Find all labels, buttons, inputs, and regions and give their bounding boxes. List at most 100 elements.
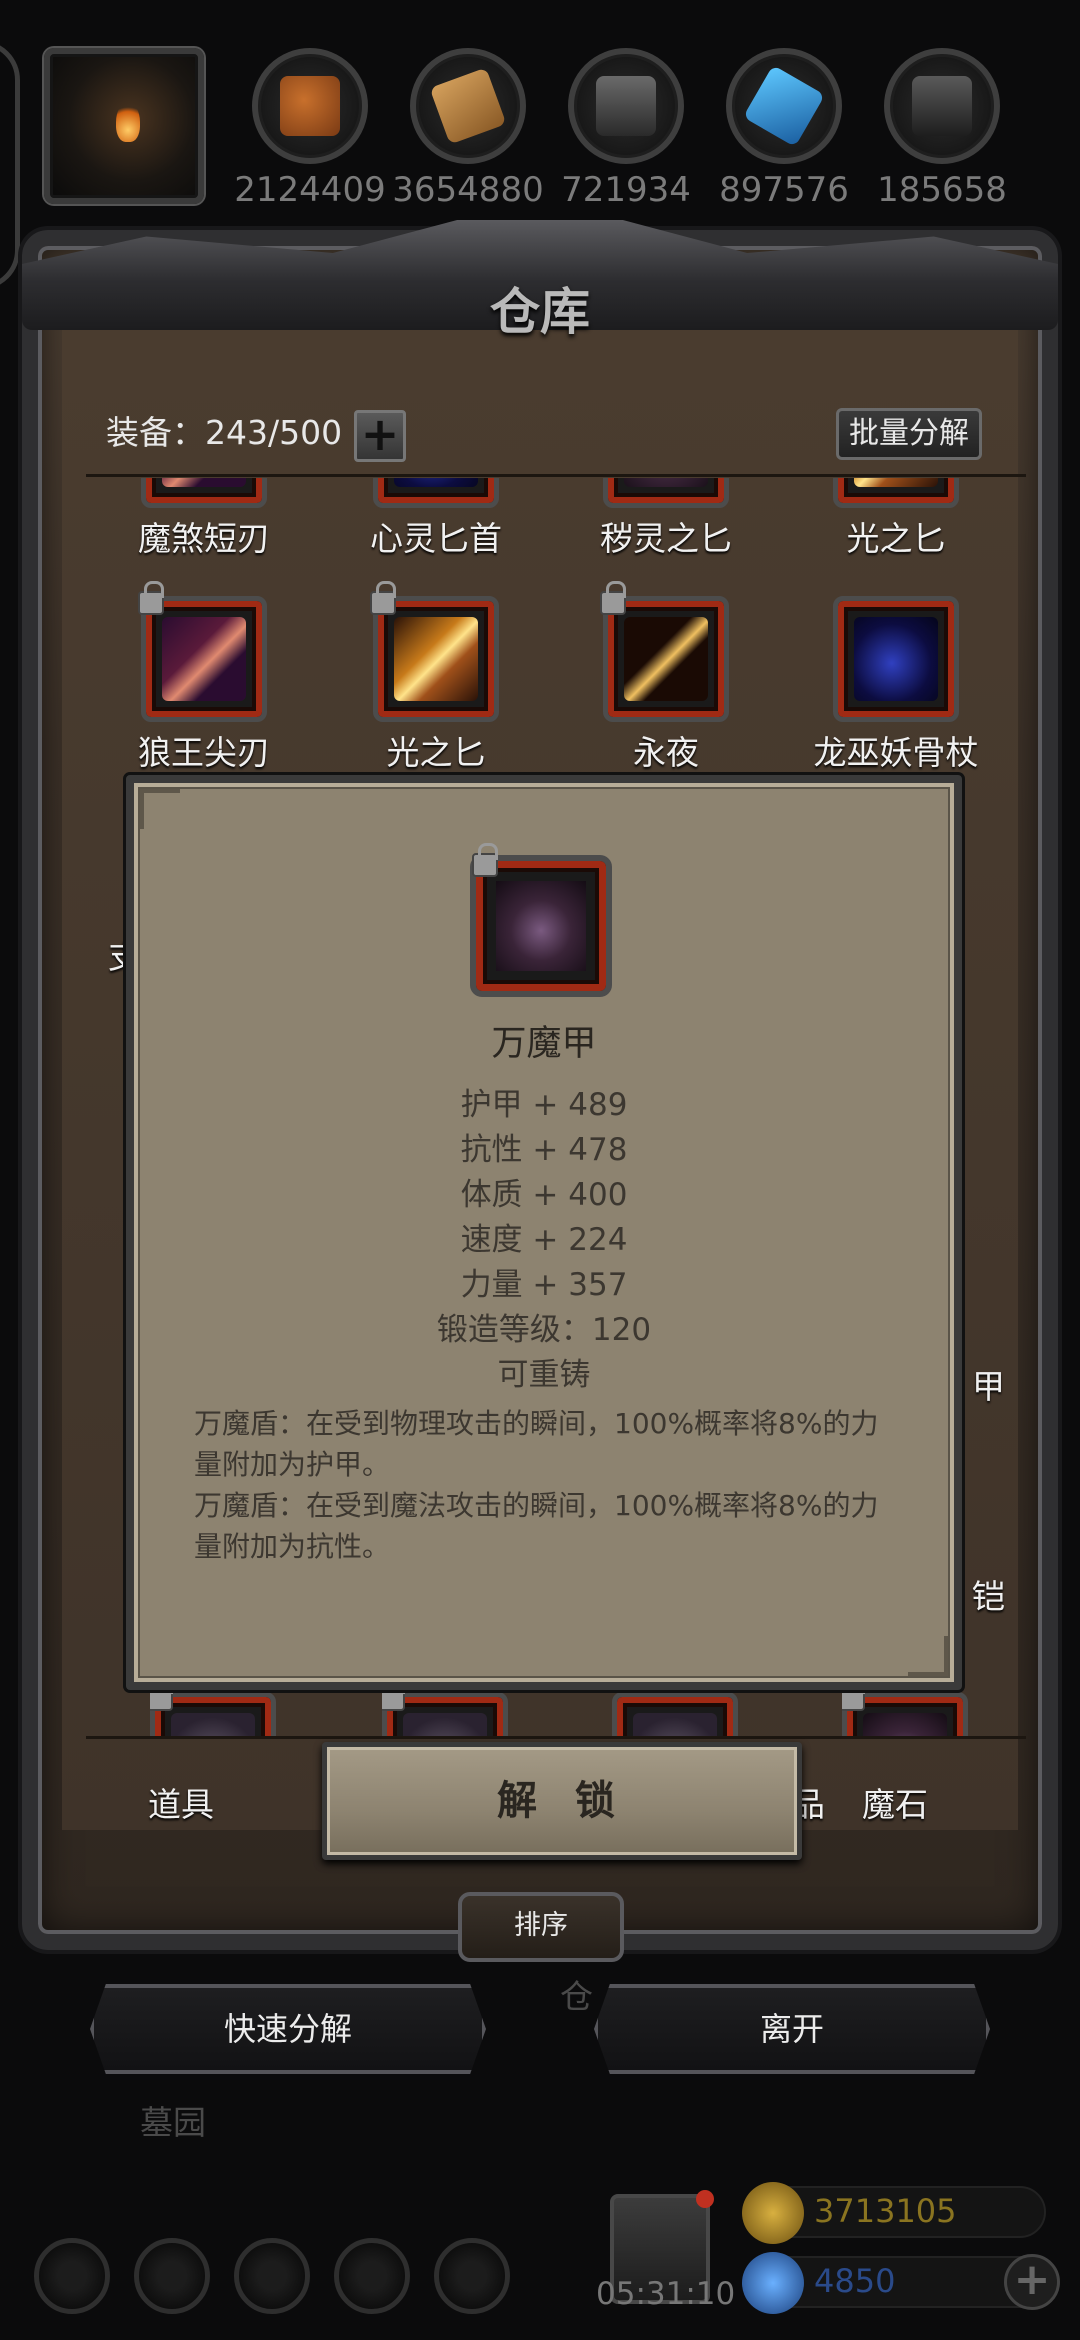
lock-icon (150, 1692, 173, 1711)
mail-icon[interactable] (334, 2238, 410, 2314)
gift-timer: 05:31:10 (596, 2276, 736, 2312)
dagger-icon (854, 478, 938, 487)
tab-magic-stone[interactable]: 魔石 (862, 1778, 928, 1826)
item-slot[interactable]: 永夜 (556, 581, 776, 774)
gem-currency: 4850 (742, 2252, 1046, 2314)
meat-icon (280, 76, 340, 136)
item-name-partial: 甲 (972, 1367, 1005, 1406)
resource-iron[interactable]: 721934 (548, 48, 704, 210)
quick-decompose-button[interactable]: 快速分解 (90, 1984, 486, 2074)
item-name: 魔煞短刃 (138, 519, 270, 558)
resource-wood[interactable]: 3654880 (390, 48, 546, 210)
background-building-label: 仓 (560, 1977, 593, 2016)
stat-strength: 力量 + 357 (460, 1267, 628, 1303)
resource-stone[interactable]: 185658 (864, 48, 1020, 210)
item-slot[interactable]: 心灵匕首 (326, 478, 546, 560)
resource-bar: 2124409 3654880 721934 897576 185658 (0, 0, 1080, 290)
equipment-count: 装备：243/500 (106, 413, 343, 452)
sort-button[interactable]: 排序 (458, 1892, 624, 1962)
dagger-icon (394, 617, 478, 701)
dagger-icon (394, 478, 478, 487)
armor-icon (496, 881, 586, 971)
resource-wood-value: 3654880 (392, 170, 544, 210)
item-name: 龙巫妖骨杖 (813, 733, 979, 772)
item-slot[interactable]: 狼王尖刃 (94, 581, 314, 774)
rapier-icon (624, 617, 708, 701)
item-name: 光之匕 (386, 733, 486, 772)
armor-icon (863, 1713, 947, 1736)
resource-crystal[interactable]: 897576 (706, 48, 862, 210)
bone-staff-icon (854, 617, 938, 701)
left-edge-ornament (0, 40, 20, 290)
resource-crystal-value: 897576 (719, 170, 849, 210)
stat-armor: 护甲 + 489 (460, 1087, 628, 1123)
expand-capacity-button[interactable]: + (354, 410, 406, 462)
gold-currency: 3713105 (742, 2182, 1046, 2244)
panel-title: 仓库 (490, 282, 590, 341)
effect-magic: 万魔盾：在受到魔法攻击的瞬间，100%概率将8%的力量附加为抗性。 (194, 1489, 879, 1563)
divider (86, 1736, 1026, 1739)
lock-icon (370, 581, 396, 615)
tooltip-description: 万魔盾：在受到物理攻击的瞬间，100%概率将8%的力量附加为护甲。 万魔盾：在受… (194, 1403, 894, 1567)
item-slot[interactable] (150, 1692, 276, 1736)
add-currency-button[interactable]: + (1004, 2254, 1060, 2310)
dagger-icon (624, 478, 708, 487)
gold-value: 3713105 (814, 2192, 957, 2230)
iron-icon (596, 76, 656, 136)
stat-speed: 速度 + 224 (460, 1222, 628, 1258)
lock-icon (842, 1692, 865, 1711)
resource-meat[interactable]: 2124409 (232, 48, 388, 210)
tab-items[interactable]: 道具 (148, 1778, 214, 1826)
leave-button[interactable]: 离开 (594, 1984, 990, 2074)
item-slot[interactable]: 光之匕 (326, 581, 546, 774)
item-slot[interactable] (842, 1692, 968, 1736)
notification-dot (696, 2190, 714, 2208)
armor-icon (171, 1713, 255, 1736)
item-name: 光之匕 (846, 519, 946, 558)
blade-icon (162, 617, 246, 701)
resource-meat-value: 2124409 (234, 170, 386, 210)
item-name: 永夜 (633, 733, 699, 772)
batch-decompose-button[interactable]: 批量分解 (836, 408, 982, 460)
crystal-icon (743, 65, 825, 147)
helmet-icon (633, 1713, 717, 1736)
gem-icon (742, 2252, 804, 2314)
dagger-icon (162, 478, 246, 487)
stat-reforgeable: 可重铸 (497, 1357, 591, 1393)
lock-icon (382, 1692, 405, 1711)
item-tooltip: 万魔甲 护甲 + 489 抗性 + 478 体质 + 400 速度 + 224 … (126, 775, 962, 1690)
item-name: 狼王尖刃 (138, 733, 270, 772)
item-slot[interactable]: 魔煞短刃 (94, 478, 314, 560)
resource-iron-value: 721934 (561, 170, 691, 210)
item-slot[interactable] (382, 1692, 508, 1736)
divider (86, 474, 1026, 477)
stat-constitution: 体质 + 400 (460, 1177, 628, 1213)
lock-icon[interactable] (472, 843, 498, 877)
item-name: 心灵匕首 (370, 519, 502, 558)
item-slot[interactable] (612, 1692, 738, 1736)
gem-value: 4850 (814, 2262, 896, 2300)
tooltip-item-name: 万魔甲 (491, 1024, 597, 1064)
skill-icon[interactable] (434, 2238, 510, 2314)
item-slot[interactable]: 光之匕 (786, 478, 1006, 560)
item-name: 秽灵之匕 (600, 519, 732, 558)
armor-icon (403, 1713, 487, 1736)
item-name-partial: 铠 (972, 1577, 1005, 1616)
lock-icon (138, 581, 164, 615)
unlock-button[interactable]: 解 锁 (322, 1742, 802, 1860)
stat-resistance: 抗性 + 478 (460, 1132, 628, 1168)
resource-stone-value: 185658 (877, 170, 1007, 210)
item-slot[interactable]: 龙巫妖骨杖 (786, 596, 1006, 774)
graveyard-label: 墓园 (140, 2103, 206, 2142)
scroll-icon (742, 2182, 804, 2244)
tooltip-stats: 护甲 + 489 抗性 + 478 体质 + 400 速度 + 224 力量 +… (134, 1083, 954, 1398)
stone-icon (912, 76, 972, 136)
achievement-icon[interactable] (134, 2238, 210, 2314)
helmet-icon[interactable] (234, 2238, 310, 2314)
item-slot[interactable]: 秽灵之匕 (556, 478, 776, 560)
wood-icon (429, 67, 507, 145)
lock-icon (600, 581, 626, 615)
hero-portrait[interactable] (44, 48, 204, 204)
effect-physical: 万魔盾：在受到物理攻击的瞬间，100%概率将8%的力量附加为护甲。 (194, 1407, 879, 1481)
gear-icon[interactable] (34, 2238, 110, 2314)
